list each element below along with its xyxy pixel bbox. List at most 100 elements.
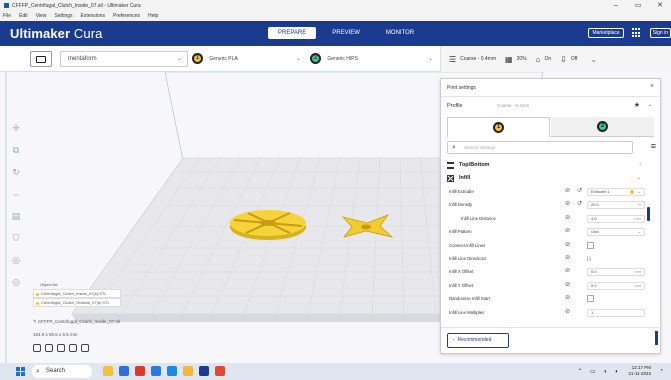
windows-start-icon[interactable] — [16, 367, 25, 376]
clutch-inside-model[interactable] — [230, 210, 306, 240]
reset-icon[interactable]: ↺ — [577, 185, 582, 198]
open-file-button[interactable] — [30, 51, 52, 67]
profile-dropdown[interactable]: Coarse - 0.4mm — [497, 103, 529, 108]
view-front-icon[interactable] — [45, 344, 53, 352]
randomize-infill-start-checkbox[interactable] — [587, 295, 594, 303]
minimize-button[interactable]: – — [605, 0, 627, 11]
infill-x-offset-input[interactable]: 0.0 mm — [587, 268, 645, 277]
material-1-selector[interactable]: 1 Generic PLA — [192, 51, 304, 67]
settings-menu-icon[interactable]: ≡ — [651, 142, 656, 151]
reset-icon[interactable]: ↺ — [577, 198, 582, 211]
extruder-1-tool-icon[interactable]: ◎ — [8, 252, 24, 268]
taskbar-app-icon[interactable] — [183, 366, 193, 376]
connect-infill-lines-checkbox[interactable] — [587, 241, 594, 249]
marketplace-button[interactable]: Marketplace — [588, 28, 624, 38]
slice-panel-handle[interactable] — [655, 331, 658, 345]
support-blocker-icon[interactable]: ⛉ — [8, 230, 24, 246]
link-icon[interactable]: ⊘ — [565, 279, 570, 292]
tab-preview[interactable]: PREVIEW — [322, 27, 370, 39]
clock[interactable]: 12:17 PM 21-11-2023 — [628, 365, 651, 377]
notification-icon[interactable]: ◔ — [659, 368, 663, 374]
view-orientation-buttons — [33, 344, 120, 352]
chevron-down-icon[interactable]: ⌄ — [296, 51, 301, 67]
link-icon[interactable]: ⊘ — [565, 292, 570, 305]
taskbar-app-icon[interactable] — [215, 366, 225, 376]
taskbar-app-icon[interactable] — [135, 366, 145, 376]
infill-line-directions-input[interactable]: [ ] — [587, 252, 591, 265]
close-icon[interactable]: × — [650, 83, 654, 90]
setting-infill-pattern: Infill Pattern ⊘ Grid ⌄ — [447, 225, 645, 238]
recommended-button[interactable]: ‹ Recommended — [447, 333, 509, 348]
printer-selector[interactable]: mentaform ⌄ — [60, 51, 188, 67]
profile-summary[interactable]: ☰ Coarse - 0.4mm — [449, 55, 496, 64]
menu-edit[interactable]: Edit — [19, 13, 28, 19]
apps-grid-icon[interactable] — [631, 28, 642, 38]
infill-density-input[interactable]: 20.0% — [587, 201, 645, 210]
infill-extruder-dropdown[interactable]: Extruder 1 ⌄ — [587, 188, 645, 196]
settings-scrollbar[interactable] — [647, 207, 650, 221]
taskbar-app-icon[interactable] — [151, 366, 161, 376]
mirror-tool-icon[interactable]: ⇔ — [8, 186, 24, 202]
taskbar-app-icon[interactable] — [103, 366, 113, 376]
material-2-selector[interactable]: 2 Generic HIPS — [310, 51, 435, 67]
link-icon[interactable]: ⊘ — [565, 306, 570, 319]
list-item[interactable]: Centrifugal_Clutch_Outside_07(s).STL — [33, 298, 121, 307]
infill-pattern-dropdown[interactable]: Grid ⌄ — [587, 228, 645, 237]
search-input[interactable]: ⌕ Search settings — [447, 141, 633, 154]
brand-light: Cura — [73, 26, 103, 41]
object-name: Centrifugal_Clutch_Inside_07(s).STL — [41, 291, 107, 296]
per-model-settings-icon[interactable]: ▤ — [8, 208, 24, 224]
star-icon[interactable]: ★ — [634, 101, 640, 109]
menu-help[interactable]: Help — [148, 13, 158, 19]
taskbar-app-icon[interactable] — [119, 366, 129, 376]
view-3d-icon[interactable] — [33, 344, 41, 352]
maximize-button[interactable]: ▭ — [627, 0, 649, 11]
menu-view[interactable]: View — [36, 13, 47, 19]
link-icon[interactable]: ⊘ — [565, 239, 570, 252]
sign-in-button[interactable]: Sign in — [649, 28, 671, 38]
print-setup-summary[interactable]: ☰ Coarse - 0.4mm ▦ 20% ⌂ On ⇩ Off ⌄ — [440, 46, 671, 72]
taskbar-app-icon[interactable] — [167, 366, 177, 376]
menu-file[interactable]: File — [3, 13, 11, 19]
infill-y-offset-input[interactable]: 0.0 mm — [587, 281, 645, 290]
link-icon[interactable]: ⊘ — [565, 252, 570, 265]
menu-settings[interactable]: Settings — [54, 13, 72, 19]
view-top-icon[interactable] — [57, 344, 65, 352]
tray-icons[interactable]: ⌃ ▭ ◖ ◗ — [577, 368, 621, 375]
link-icon[interactable]: ⊘ — [565, 225, 570, 238]
taskbar-search[interactable]: ⌕ Search — [32, 365, 92, 378]
infill-line-multiplier-input[interactable]: 1 — [587, 308, 645, 317]
category-top-bottom[interactable]: Top/Bottom ‹ — [447, 159, 645, 172]
scale-tool-icon[interactable]: ⧉ — [8, 142, 24, 158]
menu-extensions[interactable]: Extensions — [81, 13, 105, 19]
chevron-down-icon[interactable]: ⌄ — [648, 102, 652, 108]
tab-prepare[interactable]: PREPARE — [268, 27, 317, 39]
tab-extruder-1[interactable]: 1 — [447, 117, 550, 137]
infill-summary[interactable]: ▦ 20% — [505, 55, 527, 64]
chevron-down-icon[interactable]: ⌄ — [428, 51, 433, 67]
link-icon[interactable]: ⊘ — [565, 212, 570, 225]
infill-line-distance-input[interactable]: 4.0 mm — [587, 214, 645, 223]
link-icon[interactable]: ⊘ — [565, 185, 570, 198]
menu-preferences[interactable]: Preferences — [113, 13, 140, 19]
tab-extruder-2[interactable]: 2 — [551, 117, 654, 137]
extruder-2-badge: 2 — [597, 121, 608, 132]
category-infill[interactable]: Infill ⌄ — [447, 172, 645, 185]
view-left-icon[interactable] — [69, 344, 77, 352]
link-icon[interactable]: ⊘ — [565, 198, 570, 211]
setting-infill-line-directions: Infill Line Directions ⊘ [ ] — [447, 252, 645, 265]
extruder-2-tool-icon[interactable]: ◎ — [8, 274, 24, 290]
rotate-tool-icon[interactable]: ↻ — [8, 164, 24, 180]
close-button[interactable]: ✕ — [649, 0, 671, 11]
setting-label: Infill Line Distance — [461, 215, 496, 221]
chevron-down-icon[interactable]: ⌄ — [590, 55, 597, 64]
list-item[interactable]: Centrifugal_Clutch_Inside_07(s).STL — [33, 289, 121, 298]
view-right-icon[interactable] — [81, 344, 89, 352]
taskbar-app-icon[interactable] — [199, 366, 209, 376]
support-summary[interactable]: ⌂ On — [536, 55, 552, 64]
tab-monitor[interactable]: MONITOR — [376, 27, 424, 39]
move-tool-icon[interactable]: ✛ — [8, 120, 24, 136]
adhesion-summary[interactable]: ⇩ Off — [560, 55, 577, 64]
link-icon[interactable]: ⊘ — [565, 265, 570, 278]
object-list-header[interactable]: Object list — [33, 282, 121, 287]
